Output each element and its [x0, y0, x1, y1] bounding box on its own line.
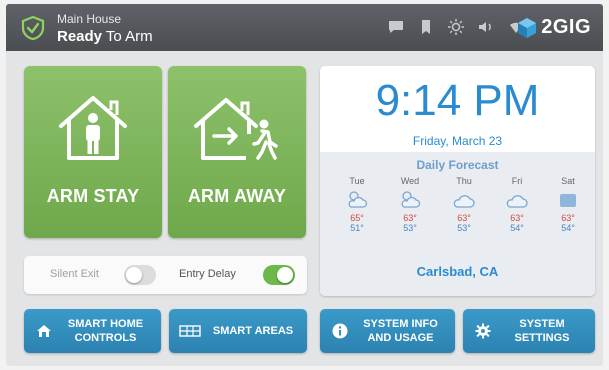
home-icon [37, 325, 51, 337]
label-line-2: AND USAGE [367, 332, 434, 344]
low-temp: 54° [561, 223, 575, 233]
high-temp: 63° [561, 213, 575, 223]
forecast-day: Wed 63° 53° [390, 176, 430, 233]
house-exit-icon [194, 98, 278, 160]
system-info-button[interactable]: SYSTEM INFO AND USAGE [320, 309, 455, 353]
low-temp: 51° [350, 223, 364, 233]
smart-areas-button[interactable]: SMART AREAS [169, 309, 307, 353]
logo-cube-icon [518, 17, 537, 38]
smart-areas-label: SMART AREAS [212, 325, 294, 337]
gear-icon [475, 323, 491, 339]
shield-check-icon [21, 15, 45, 41]
arm-away-button[interactable]: ARM AWAY [168, 66, 306, 238]
label-line-1: SYSTEM [519, 318, 565, 330]
device-frame: Main House Ready To Arm 2GIG ARM STAY AR… [0, 0, 609, 370]
overcast-icon [548, 189, 588, 211]
arm-stay-label: ARM STAY [46, 186, 140, 206]
cloudy-icon [497, 189, 537, 211]
status-bar: Main House Ready To Arm 2GIG [6, 4, 603, 51]
day-name: Fri [511, 176, 523, 186]
brightness-icon[interactable] [447, 18, 465, 36]
smart-home-label: SMART HOME CONTROLS [54, 309, 157, 353]
silent-exit-toggle[interactable] [124, 265, 156, 285]
message-icon[interactable] [387, 18, 405, 36]
low-temp: 54° [510, 223, 524, 233]
label-line-2: CONTROLS [74, 332, 137, 344]
status-ready: Ready [57, 28, 103, 45]
bookmark-icon[interactable] [417, 18, 435, 36]
silent-exit-label: Silent Exit [50, 268, 99, 280]
cloudy-icon [444, 189, 484, 211]
toggle-knob [277, 267, 293, 283]
forecast-area: Daily Forecast Tue 65° 51° Wed 63° 53° T… [320, 152, 595, 296]
high-temp: 63° [510, 213, 524, 223]
day-name: Thu [456, 176, 472, 186]
house-person-icon [59, 96, 127, 160]
grid-areas-icon [179, 325, 201, 337]
volume-icon[interactable] [477, 18, 495, 36]
day-name: Sat [561, 176, 575, 186]
status-icons [387, 18, 525, 36]
status-rest: To Arm [102, 28, 153, 45]
clock-weather-panel[interactable]: 9:14 PM Friday, March 23 Daily Forecast … [320, 66, 595, 296]
system-info-label: SYSTEM INFO AND USAGE [350, 309, 451, 353]
low-temp: 53° [457, 223, 471, 233]
high-temp: 63° [403, 213, 417, 223]
arm-options: Silent Exit Entry Delay [24, 256, 307, 294]
location-name: Main House [57, 12, 122, 26]
label-line-1: SMART HOME [67, 318, 144, 330]
entry-delay-toggle[interactable] [263, 265, 295, 285]
entry-delay-label: Entry Delay [179, 268, 236, 280]
arm-status: Ready To Arm [57, 28, 153, 45]
low-temp: 53° [403, 223, 417, 233]
forecast-day: Sat 63° 54° [548, 176, 588, 233]
forecast-day: Tue 65° 51° [337, 176, 377, 233]
brand-name: 2GIG [541, 16, 591, 38]
current-time: 9:14 PM [375, 76, 540, 125]
smart-home-controls-button[interactable]: SMART HOME CONTROLS [24, 309, 161, 353]
arm-stay-button[interactable]: ARM STAY [24, 66, 162, 238]
forecast-city: Carlsbad, CA [416, 264, 499, 279]
clock-area: 9:14 PM Friday, March 23 [320, 66, 595, 152]
high-temp: 65° [350, 213, 364, 223]
current-date: Friday, March 23 [412, 134, 503, 148]
info-icon [332, 323, 348, 339]
arm-away-label: ARM AWAY [187, 186, 287, 206]
forecast-day: Thu 63° 53° [444, 176, 484, 233]
panel-screen: Main House Ready To Arm 2GIG ARM STAY AR… [6, 4, 603, 366]
day-name: Wed [400, 176, 420, 186]
toggle-knob [126, 267, 142, 283]
day-name: Tue [349, 176, 365, 186]
forecast-title: Daily Forecast [416, 158, 499, 172]
brand-logo: 2GIG [517, 16, 591, 39]
high-temp: 63° [457, 213, 471, 223]
system-settings-label: SYSTEM SETTINGS [493, 309, 591, 353]
partly-cloudy-icon [390, 189, 430, 211]
partly-cloudy-icon [337, 189, 377, 211]
label-line-2: SETTINGS [514, 332, 570, 344]
system-settings-button[interactable]: SYSTEM SETTINGS [463, 309, 595, 353]
forecast-day: Fri 63° 54° [497, 176, 537, 233]
label-line-1: SYSTEM INFO [363, 318, 438, 330]
